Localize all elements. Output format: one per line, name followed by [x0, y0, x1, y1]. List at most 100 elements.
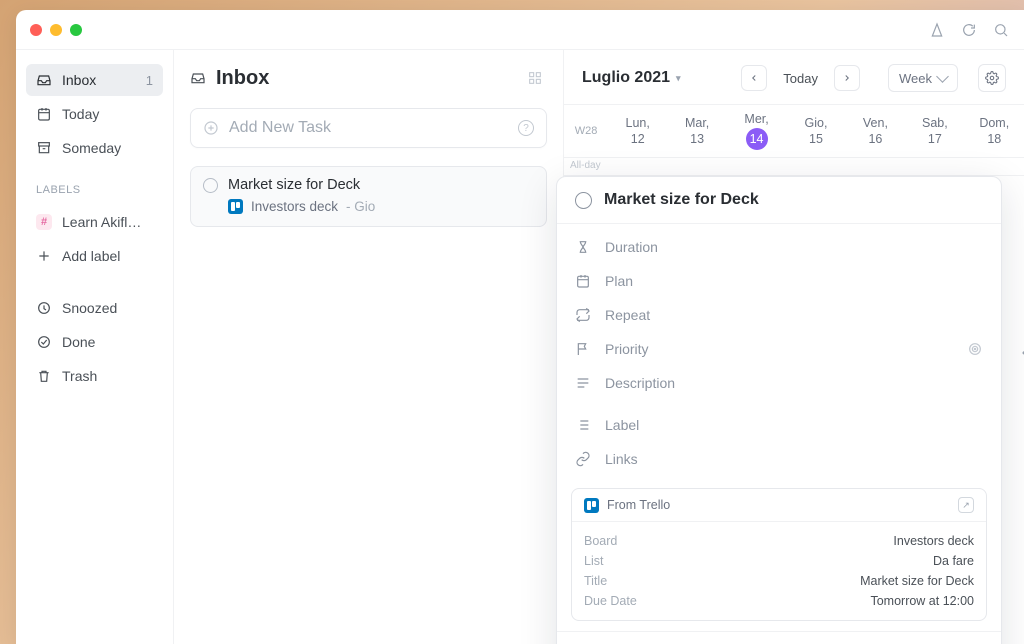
row-label: Repeat [605, 307, 650, 323]
search-icon[interactable] [992, 21, 1010, 39]
row-label: Duration [605, 239, 658, 255]
calendar-days-header: W28 Lun,12 Mar,13 Mer,14 Gio,15 Ven,16 S… [564, 104, 1024, 158]
detail-repeat-row[interactable]: Repeat [557, 298, 1001, 332]
list-icon [575, 417, 591, 433]
sidebar-item-today[interactable]: Today [26, 98, 163, 130]
day-header-fri[interactable]: Ven,16 [846, 105, 905, 157]
detail-description-row[interactable]: Description [557, 366, 1001, 400]
detail-header: Market size for Deck [557, 177, 1001, 224]
clock-icon [36, 300, 52, 316]
inbox-count-badge: 1 [146, 73, 153, 88]
task-board-name: Investors deck [251, 199, 338, 214]
trello-kv-due-date: Due DateTomorrow at 12:00 [584, 591, 974, 611]
hourglass-icon [575, 239, 591, 255]
plus-icon [36, 248, 52, 264]
row-label: Label [605, 417, 639, 433]
text-icon [575, 375, 591, 391]
page-title: Inbox [216, 67, 269, 90]
sidebar-item-trash[interactable]: Trash [26, 360, 163, 392]
trello-kv-title: TitleMarket size for Deck [584, 571, 974, 591]
sidebar-label-text: Learn Akifl… [62, 214, 141, 230]
day-header-mon[interactable]: Lun,12 [608, 105, 667, 157]
window-traffic-lights [30, 24, 82, 36]
task-title: Market size for Deck [228, 177, 360, 193]
day-header-wed[interactable]: Mer,14 [727, 105, 786, 157]
repeat-icon [575, 307, 591, 323]
calendar-header: Luglio 2021 Today Week [564, 50, 1024, 104]
sidebar-item-done[interactable]: Done [26, 326, 163, 358]
main-header: Inbox [190, 66, 547, 90]
sidebar-item-label: Today [62, 106, 99, 122]
add-label-text: Add label [62, 248, 120, 264]
trello-integration-block: From Trello ↗ BoardInvestors deck ListDa… [571, 488, 987, 621]
app-logo-icon[interactable] [928, 21, 946, 39]
trash-icon [36, 368, 52, 384]
trello-icon [228, 199, 243, 214]
labels-heading: LABELS [26, 166, 163, 204]
main-content: Inbox Add New Task ? Market size for Dec… [174, 50, 564, 644]
prev-week-button[interactable] [741, 65, 767, 91]
archive-icon [36, 140, 52, 156]
sidebar-item-label: Someday [62, 140, 121, 156]
next-week-button[interactable] [834, 65, 860, 91]
row-label: Priority [605, 341, 649, 357]
close-window-button[interactable] [30, 24, 42, 36]
open-external-icon[interactable]: ↗ [958, 497, 974, 513]
calendar-icon [575, 273, 591, 289]
trello-body: BoardInvestors deck ListDa fare TitleMar… [572, 522, 986, 620]
calendar-grid[interactable]: ••• Market size for Deck Duration [564, 176, 1024, 644]
task-card[interactable]: Market size for Deck Investors deck - Gi… [190, 166, 547, 227]
sidebar-item-label: Snoozed [62, 300, 117, 316]
detail-label-row[interactable]: Label [557, 408, 1001, 442]
sidebar-item-someday[interactable]: Someday [26, 132, 163, 164]
day-header-sun[interactable]: Dom,18 [965, 105, 1024, 157]
sidebar-item-label: Inbox [62, 72, 96, 88]
week-number: W28 [564, 105, 608, 157]
calendar-today-icon [36, 106, 52, 122]
trello-block-header[interactable]: From Trello ↗ [572, 489, 986, 522]
new-task-placeholder: Add New Task [229, 119, 331, 137]
add-new-task-input[interactable]: Add New Task ? [190, 108, 547, 148]
task-checkbox[interactable] [203, 178, 218, 193]
detail-title: Market size for Deck [604, 191, 759, 209]
sidebar-label-learn-akiflow[interactable]: # Learn Akifl… [26, 206, 163, 238]
view-range-dropdown[interactable]: Week [888, 64, 958, 92]
trello-kv-list: ListDa fare [584, 551, 974, 571]
sync-icon[interactable] [960, 21, 978, 39]
sidebar-item-snoozed[interactable]: Snoozed [26, 292, 163, 324]
detail-duration-row[interactable]: Duration [557, 230, 1001, 264]
trello-heading-text: From Trello [607, 498, 670, 512]
day-header-thu[interactable]: Gio,15 [786, 105, 845, 157]
trello-icon [584, 498, 599, 513]
detail-footer: Created Today at 10:05 [557, 631, 1001, 644]
help-icon[interactable]: ? [518, 120, 534, 136]
inbox-icon [190, 70, 206, 86]
sidebar-item-inbox[interactable]: Inbox 1 [26, 64, 163, 96]
target-icon [967, 341, 983, 357]
maximize-window-button[interactable] [70, 24, 82, 36]
add-label-button[interactable]: Add label [26, 240, 163, 272]
detail-links-row[interactable]: Links [557, 442, 1001, 476]
day-header-sat[interactable]: Sab,17 [905, 105, 964, 157]
task-detail-popover: Market size for Deck Duration Plan [556, 176, 1002, 644]
calendar-settings-button[interactable] [978, 64, 1006, 92]
today-button[interactable]: Today [771, 65, 830, 91]
detail-checkbox[interactable] [575, 192, 592, 209]
check-circle-icon [36, 334, 52, 350]
link-icon [575, 451, 591, 467]
titlebar [16, 10, 1024, 50]
row-label: Plan [605, 273, 633, 289]
flag-icon [575, 341, 591, 357]
row-label: Links [605, 451, 638, 467]
day-header-tue[interactable]: Mar,13 [667, 105, 726, 157]
grid-view-icon[interactable] [523, 66, 547, 90]
inbox-icon [36, 72, 52, 88]
hash-icon: # [36, 214, 52, 230]
detail-priority-row[interactable]: Priority [557, 332, 1001, 366]
view-range-label: Week [899, 71, 932, 86]
detail-plan-row[interactable]: Plan [557, 264, 1001, 298]
calendar-month-dropdown[interactable]: Luglio 2021 [582, 69, 681, 87]
app-window: Inbox 1 Today Someday LABELS # Learn Aki… [16, 10, 1024, 644]
sidebar-item-label: Done [62, 334, 95, 350]
minimize-window-button[interactable] [50, 24, 62, 36]
